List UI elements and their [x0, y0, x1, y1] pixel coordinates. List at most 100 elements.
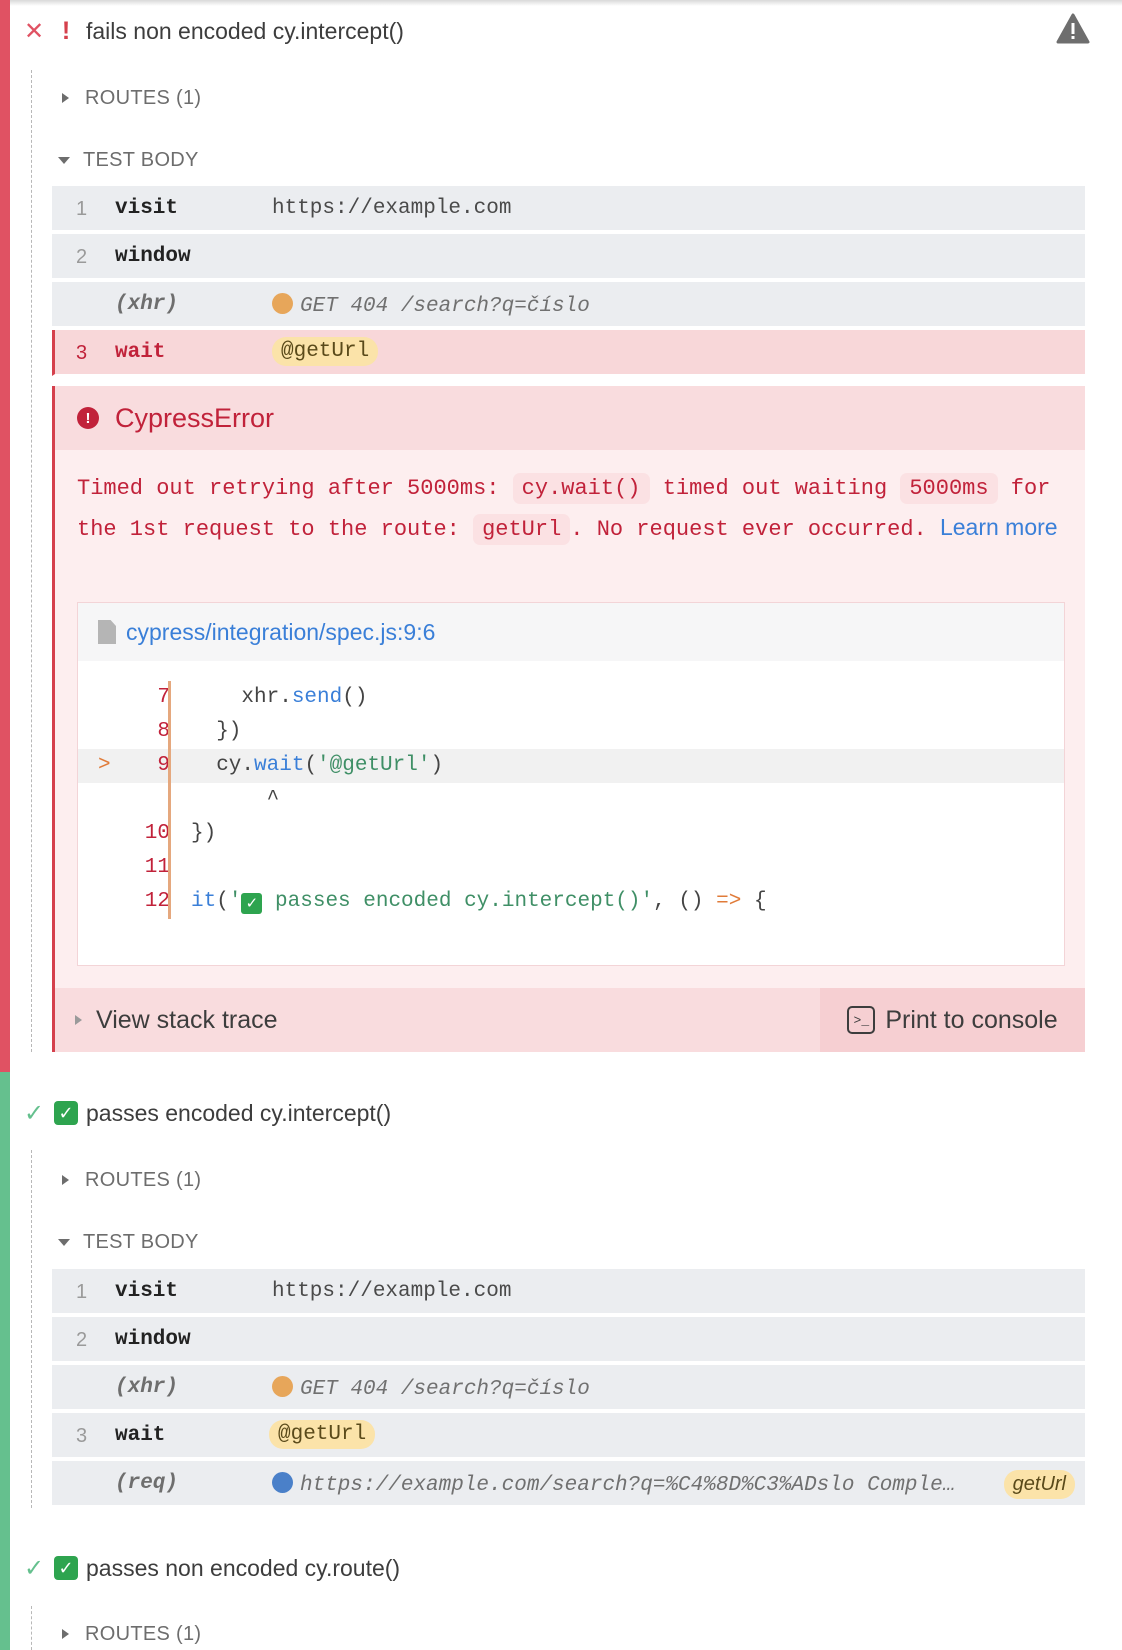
code-line: 8 })	[78, 715, 1064, 749]
command-message: https://example.com/search?q=%C4%8D%C3%A…	[272, 1472, 955, 1497]
command-name: (xhr)	[115, 1376, 179, 1399]
caret-right-icon	[75, 1015, 82, 1025]
line-number: 11	[144, 856, 170, 879]
command-number: 2	[76, 246, 88, 268]
routes-toggle-2[interactable]: ROUTES (1)	[58, 1165, 201, 1195]
terminal-icon: >_	[847, 1006, 876, 1034]
code-line: ^	[78, 783, 1064, 817]
command-number: 2	[76, 1329, 88, 1351]
test-body-toggle-1[interactable]: TEST BODY	[58, 145, 199, 175]
test-1-guide	[31, 70, 32, 1052]
code-line: 10 })	[78, 817, 1064, 851]
line-number: 7	[157, 686, 170, 709]
gutter-bar	[168, 851, 171, 885]
command-message: https://example.com	[272, 1280, 512, 1303]
check-icon: ✓	[23, 1099, 45, 1127]
file-path-link[interactable]: cypress/integration/spec.js:9:6	[126, 619, 435, 646]
test-3-guide	[31, 1606, 32, 1650]
command-name: (xhr)	[115, 293, 179, 316]
line-number: 9	[157, 754, 170, 777]
alias-badge: @getUrl	[272, 337, 379, 366]
line-number: 12	[144, 890, 170, 913]
command-message: @getUrl	[269, 1420, 376, 1449]
command-row-failed[interactable]: 3 wait @getUrl	[52, 330, 1085, 376]
code-line: 7 xhr.send()	[78, 681, 1064, 715]
warning-icon[interactable]	[1056, 13, 1090, 50]
code-source: })	[191, 720, 242, 743]
command-number: 3	[76, 1425, 88, 1447]
gutter-bar	[168, 783, 171, 817]
command-message: https://example.com	[272, 197, 512, 220]
check-icon: ✓	[23, 1554, 45, 1582]
command-number: 1	[76, 1281, 88, 1303]
command-name: window	[115, 1328, 191, 1351]
routes-label: ROUTES (1)	[85, 1622, 202, 1645]
command-row[interactable]: 1 visit https://example.com	[52, 186, 1085, 232]
print-to-console-label: Print to console	[885, 1005, 1058, 1034]
xhr-message: GET 404 /search?q=číslo	[300, 1378, 590, 1401]
error-icon: !	[77, 407, 99, 429]
xhr-message: GET 404 /search?q=číslo	[300, 295, 590, 318]
command-row[interactable]: 2 window	[52, 234, 1085, 280]
code-line: 11	[78, 851, 1064, 885]
caret-right-icon	[62, 1175, 69, 1185]
error-panel: ! CypressError Timed out retrying after …	[52, 386, 1085, 1052]
error-name: CypressError	[115, 402, 275, 433]
learn-more-link[interactable]: Learn more	[940, 514, 1058, 540]
code-source: ^	[191, 788, 280, 811]
test-2-guide	[31, 1150, 32, 1508]
command-row[interactable]: 2 window	[52, 1317, 1085, 1363]
gutter-bar	[168, 749, 171, 783]
code-line: 12 it(' ✓ passes encoded cy.intercept()',…	[78, 885, 1064, 919]
status-dot-icon	[272, 1472, 293, 1493]
status-dot-icon	[272, 1376, 293, 1397]
test-body-label: TEST BODY	[83, 1230, 199, 1253]
error-code: 5000ms	[900, 473, 998, 504]
alias-badge: getUrl	[1003, 1470, 1075, 1499]
command-row[interactable]: (req) https://example.com/search?q=%C4%8…	[52, 1461, 1085, 1507]
error-header: ! CypressError	[55, 386, 1085, 450]
routes-toggle-3[interactable]: ROUTES (1)	[58, 1619, 201, 1649]
code-line-highlighted: > 9 cy.wait('@getUrl')	[78, 749, 1064, 783]
failed-state-bar	[0, 0, 10, 1072]
command-message: GET 404 /search?q=číslo	[272, 293, 590, 318]
routes-label: ROUTES (1)	[85, 1168, 202, 1191]
req-message: https://example.com/search?q=%C4%8D%C3%A…	[300, 1474, 956, 1497]
error-message: Timed out retrying after 5000ms: cy.wait…	[77, 470, 1077, 549]
command-row[interactable]: 1 visit https://example.com	[52, 1269, 1085, 1315]
code-source: })	[191, 822, 217, 845]
test-1-title: fails non encoded cy.intercept()	[86, 17, 404, 44]
routes-toggle-1[interactable]: ROUTES (1)	[58, 83, 201, 113]
line-number: 10	[144, 822, 170, 845]
error-footer: View stack trace >_ Print to console	[55, 988, 1085, 1052]
command-number: 1	[76, 198, 88, 220]
view-stack-trace-toggle[interactable]: View stack trace	[75, 988, 278, 1052]
code-source: cy.wait('@getUrl')	[191, 754, 444, 777]
command-row[interactable]: (xhr) GET 404 /search?q=číslo	[52, 282, 1085, 328]
error-code: cy.wait()	[512, 473, 650, 504]
command-name: wait	[115, 1424, 166, 1447]
pointer-arrow-icon: >	[98, 754, 111, 777]
code-source: it(' ✓ passes encoded cy.intercept()', ()…	[191, 890, 767, 914]
code-frame-header: cypress/integration/spec.js:9:6	[78, 603, 1064, 661]
view-stack-trace-label: View stack trace	[96, 1005, 278, 1034]
test-body-toggle-2[interactable]: TEST BODY	[58, 1227, 199, 1257]
command-row[interactable]: (xhr) GET 404 /search?q=číslo	[52, 1365, 1085, 1411]
caret-right-icon	[62, 1629, 69, 1639]
command-row[interactable]: 3 wait @getUrl	[52, 1413, 1085, 1459]
gutter-bar	[168, 885, 171, 919]
line-number: 8	[157, 720, 170, 743]
command-name: visit	[115, 197, 179, 220]
command-name: wait	[115, 341, 166, 364]
gutter-bar	[168, 715, 171, 749]
caret-down-icon	[58, 1238, 70, 1246]
print-to-console-button[interactable]: >_ Print to console	[820, 988, 1085, 1052]
test-3-title: passes non encoded cy.route()	[86, 1554, 401, 1581]
code-frame: cypress/integration/spec.js:9:6 7 xhr.se…	[77, 602, 1065, 966]
command-number: 3	[76, 342, 88, 364]
caret-down-icon	[58, 156, 70, 164]
command-message: @getUrl	[272, 337, 379, 366]
error-text: . No request ever occurred.	[570, 517, 927, 542]
error-text: timed out waiting	[662, 476, 888, 501]
file-icon	[98, 620, 116, 644]
